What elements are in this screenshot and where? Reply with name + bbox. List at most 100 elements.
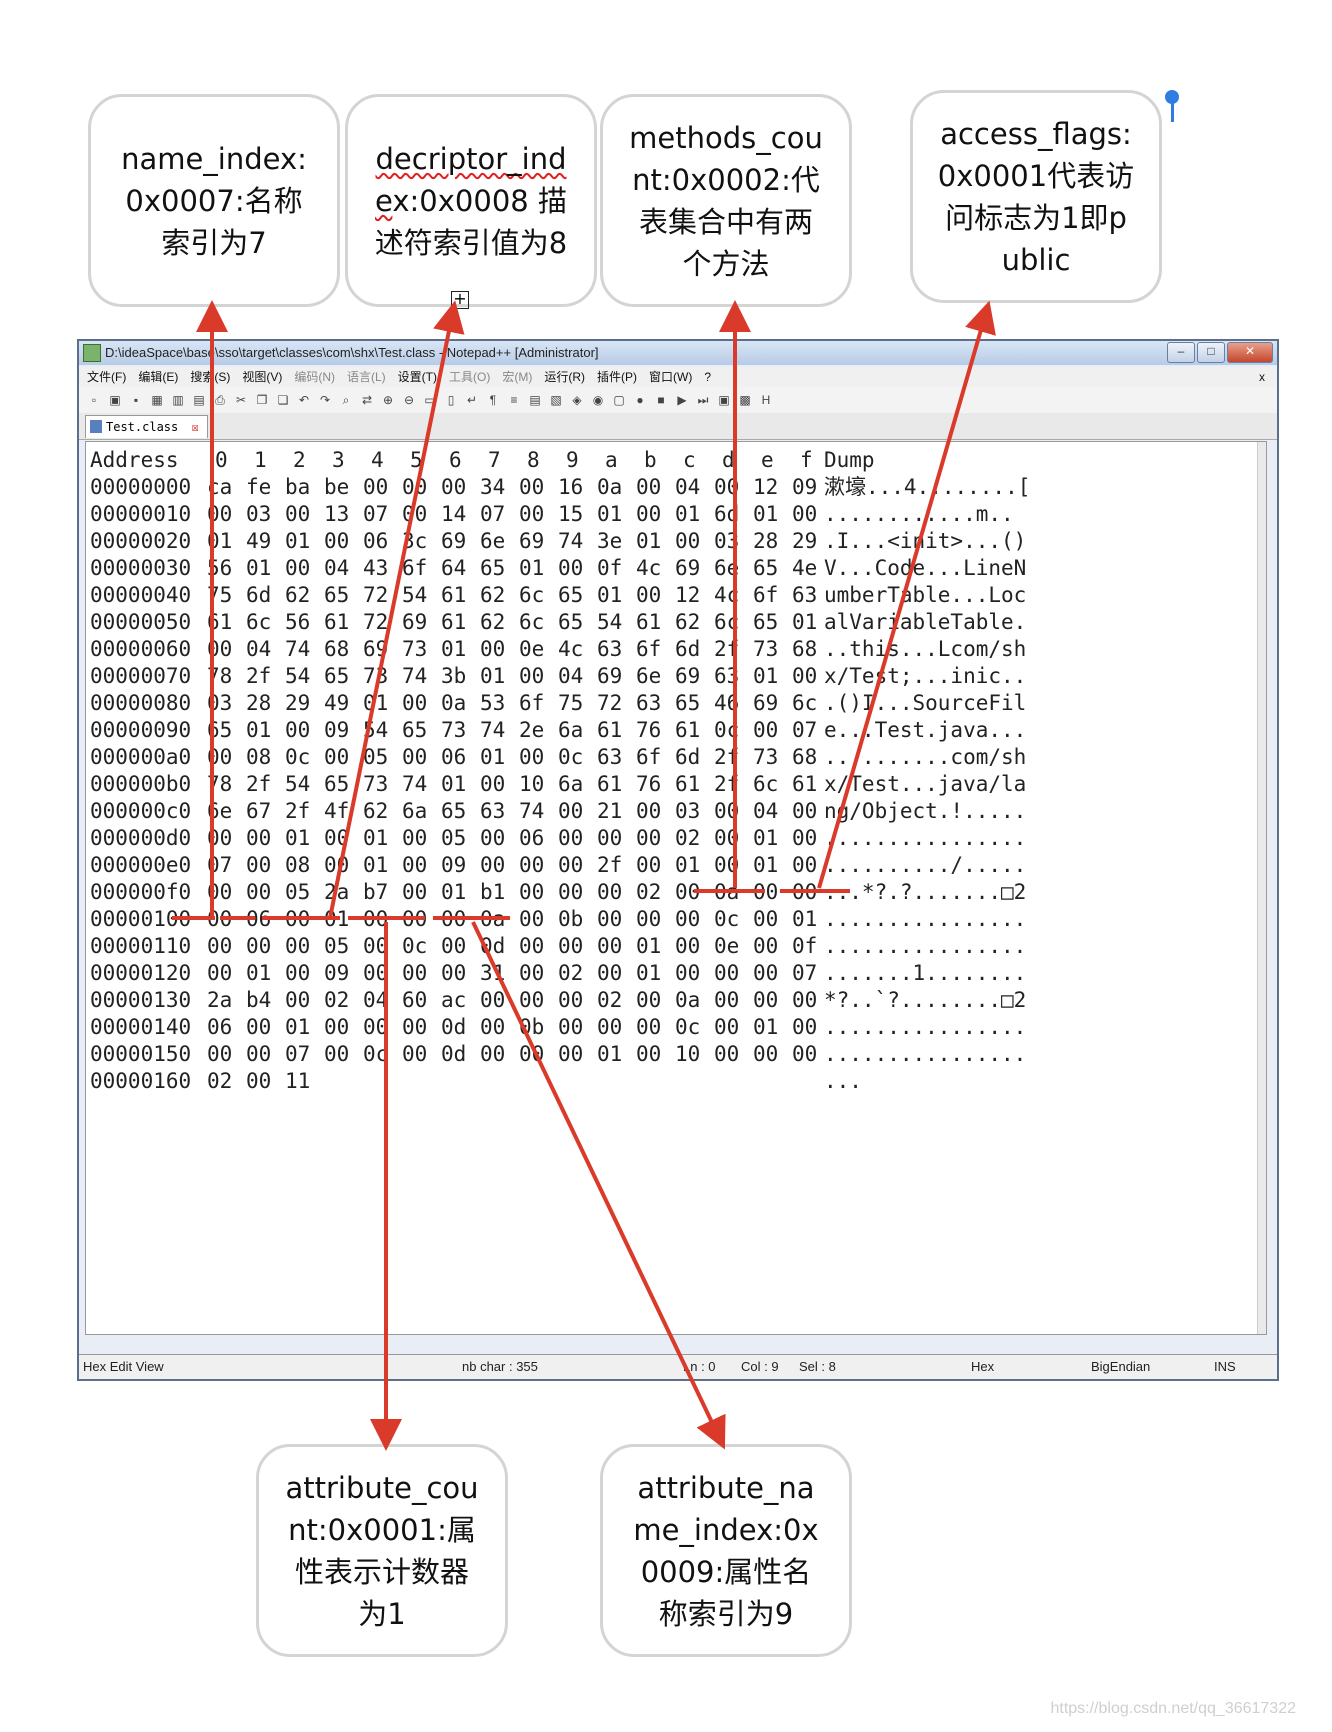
hex-byte: 04 (558, 664, 584, 688)
hex-byte: 00 (285, 934, 311, 958)
hex-row-address: 00000040 (90, 583, 192, 607)
hex-byte: 00 (519, 502, 545, 526)
menu-item[interactable]: 搜索(S) (190, 370, 230, 384)
toolbar-icon[interactable]: ▦ (148, 391, 166, 409)
hex-byte: 0f (792, 934, 818, 958)
minimize-button[interactable]: – (1167, 342, 1195, 363)
hex-byte: 00 (675, 907, 701, 931)
hex-byte: 62 (480, 583, 506, 607)
menu-item[interactable]: 视图(V) (242, 370, 282, 384)
title-bar[interactable]: D:\ideaSpace\base\sso\target\classes\com… (79, 341, 1277, 365)
toolbar-icon[interactable]: ↶ (295, 391, 313, 409)
toolbar-icon[interactable]: ▧ (547, 391, 565, 409)
hex-row-address: 00000120 (90, 961, 192, 985)
hex-byte: 01 (480, 664, 506, 688)
toolbar-icon[interactable]: ■ (652, 391, 670, 409)
toolbar-icon[interactable]: ⊖ (400, 391, 418, 409)
menu-item[interactable]: 插件(P) (597, 370, 637, 384)
hex-byte: 04 (675, 475, 701, 499)
hex-byte: 00 (597, 1015, 623, 1039)
hex-byte: 01 (441, 880, 467, 904)
menu-item[interactable]: 窗口(W) (649, 370, 692, 384)
toolbar-icon[interactable]: ❏ (274, 391, 292, 409)
toolbar-icon[interactable]: ⏭ (694, 391, 712, 409)
hex-byte: 00 (285, 718, 311, 742)
toolbar-icon[interactable]: ⊕ (379, 391, 397, 409)
hex-byte: 74 (519, 799, 545, 823)
toolbar-icon[interactable]: H (757, 391, 775, 409)
hex-byte: 61 (324, 610, 350, 634)
menu-item[interactable]: 编辑(E) (138, 370, 178, 384)
hex-byte: 56 (285, 610, 311, 634)
toolbar-icon[interactable]: ⌕ (337, 391, 355, 409)
toolbar-icon[interactable]: ▢ (610, 391, 628, 409)
hex-byte: 74 (402, 664, 428, 688)
hex-byte: be (324, 475, 350, 499)
expand-icon[interactable]: + (451, 291, 469, 309)
menu-item[interactable]: 宏(M) (502, 370, 532, 384)
toolbar-icon[interactable]: ¶ (484, 391, 502, 409)
maximize-button[interactable]: □ (1197, 342, 1225, 363)
toolbar-icon[interactable]: ▩ (736, 391, 754, 409)
menu-item[interactable]: 编码(N) (294, 370, 335, 384)
hex-byte: 00 (402, 1042, 428, 1066)
menu-item[interactable]: 文件(F) (87, 370, 126, 384)
toolbar-icon[interactable]: ▭ (421, 391, 439, 409)
hex-byte: 00 (675, 880, 701, 904)
menu-item[interactable]: 设置(T) (398, 370, 437, 384)
toolbar-icon[interactable]: ▪ (127, 391, 145, 409)
hex-byte: 01 (636, 961, 662, 985)
toolbar-icon[interactable]: ▣ (106, 391, 124, 409)
hex-byte: 6c (246, 610, 272, 634)
menu-item[interactable]: 语言(L) (347, 370, 386, 384)
hex-byte: 00 (480, 988, 506, 1012)
menu-item[interactable]: 工具(O) (449, 370, 490, 384)
status-sel: Sel : 8 (799, 1359, 836, 1374)
toolbar-icon[interactable]: ◉ (589, 391, 607, 409)
hex-byte: 65 (480, 556, 506, 580)
toolbar-icon[interactable]: ▤ (190, 391, 208, 409)
hex-byte: 01 (363, 826, 389, 850)
hex-byte: 72 (363, 583, 389, 607)
toolbar-icon[interactable]: ▤ (526, 391, 544, 409)
hex-byte: 00 (363, 475, 389, 499)
hex-byte: 16 (558, 475, 584, 499)
hex-byte: 00 (441, 475, 467, 499)
hex-byte: 00 (597, 907, 623, 931)
hex-byte: 0d (441, 1015, 467, 1039)
menu-item[interactable]: ? (704, 370, 711, 384)
close-tab-icon[interactable]: ☒ (191, 420, 198, 434)
close-document-button[interactable]: x (1259, 367, 1265, 387)
toolbar-icon[interactable]: ↵ (463, 391, 481, 409)
hex-byte: 00 (285, 502, 311, 526)
hex-header-column: 0 (215, 448, 228, 472)
menu-item[interactable]: 运行(R) (544, 370, 585, 384)
hex-row-address: 00000130 (90, 988, 192, 1012)
toolbar-icon[interactable]: ▯ (442, 391, 460, 409)
tab-test-class[interactable]: Test.class ☒ (85, 415, 208, 438)
hex-byte: 54 (597, 610, 623, 634)
hex-byte: b7 (363, 880, 389, 904)
toolbar-icon[interactable]: ▥ (169, 391, 187, 409)
hex-byte: 61 (636, 610, 662, 634)
toolbar-icon[interactable]: ✂ (232, 391, 250, 409)
toolbar-icon[interactable]: ❐ (253, 391, 271, 409)
toolbar-icon[interactable]: ↷ (316, 391, 334, 409)
hex-byte: 00 (714, 988, 740, 1012)
toolbar-icon[interactable]: ≡ (505, 391, 523, 409)
toolbar-icon[interactable]: ▣ (715, 391, 733, 409)
toolbar-icon[interactable]: ▶ (673, 391, 691, 409)
vertical-scrollbar[interactable] (1257, 442, 1266, 1334)
close-window-button[interactable]: ✕ (1227, 342, 1273, 363)
status-endian: BigEndian (1091, 1359, 1151, 1374)
toolbar-icon[interactable]: ⎙ (211, 391, 229, 409)
hex-byte: 6d (675, 745, 701, 769)
toolbar-icon[interactable]: ● (631, 391, 649, 409)
hex-row-dump: V...Code...LineN (824, 556, 1027, 580)
toolbar-icon[interactable]: ▫ (85, 391, 103, 409)
hex-editor[interactable]: Address 0 1 2 3 4 5 6 7 8 9 a b c d e f Dump 00000000 ca fe b… (85, 441, 1267, 1335)
toolbar-icon[interactable]: ◈ (568, 391, 586, 409)
toolbar-icon[interactable]: ⇄ (358, 391, 376, 409)
hex-byte: 01 (753, 502, 779, 526)
callout-access-flags: access_flags:0x0001代表访问标志为1即public (910, 90, 1162, 303)
